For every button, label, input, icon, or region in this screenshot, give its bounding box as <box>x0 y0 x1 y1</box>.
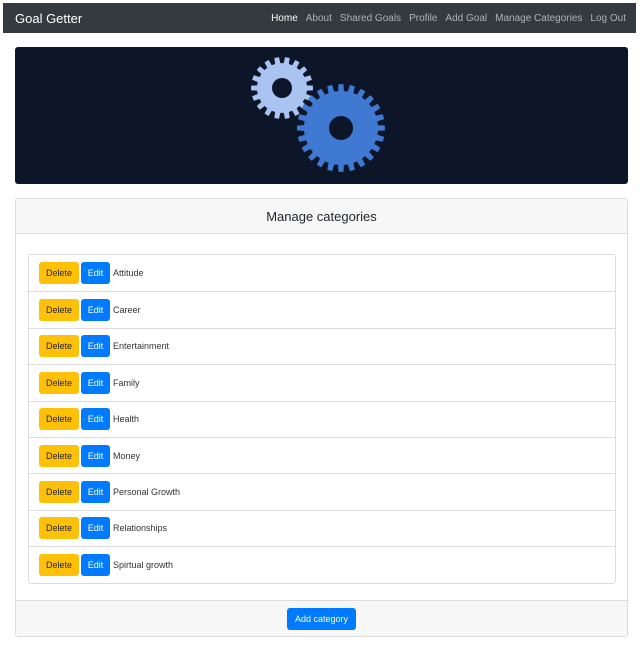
edit-button[interactable]: Edit <box>81 553 110 576</box>
category-row: Delete Edit Health <box>29 400 615 437</box>
navbar: Goal Getter Home About Shared Goals Prof… <box>3 3 636 33</box>
edit-button[interactable]: Edit <box>81 262 110 285</box>
delete-button[interactable]: Delete <box>39 371 79 394</box>
delete-button[interactable]: Delete <box>39 262 79 285</box>
edit-button[interactable]: Edit <box>81 371 110 394</box>
category-row: Delete Edit Relationships <box>29 509 615 547</box>
category-row: Delete Edit Family <box>29 364 615 401</box>
edit-button[interactable]: Edit <box>81 335 110 358</box>
edit-button[interactable]: Edit <box>81 299 110 322</box>
edit-button[interactable]: Edit <box>81 481 110 504</box>
hero-banner <box>15 47 628 184</box>
delete-button[interactable]: Delete <box>39 553 79 576</box>
category-row: Delete Edit Money <box>29 436 615 474</box>
category-row: Delete Edit Career <box>29 291 615 328</box>
category-row: Delete Edit Spirtual growth <box>29 546 615 583</box>
category-name: Career <box>113 305 141 316</box>
category-name: Personal Growth <box>113 487 181 498</box>
delete-button[interactable]: Delete <box>39 444 79 467</box>
nav-links: Home About Shared Goals Profile Add Goal… <box>263 13 626 24</box>
delete-button[interactable]: Delete <box>39 517 79 540</box>
category-name: Entertainment <box>113 341 170 352</box>
delete-button[interactable]: Delete <box>39 481 79 504</box>
nav-link-manage-categories[interactable]: Manage Categories <box>495 13 582 24</box>
manage-categories-card: Manage categories Delete Edit Attitude Dele… <box>15 198 628 637</box>
category-list: Delete Edit Attitude Delete Edit Career Delete… <box>28 254 616 584</box>
nav-link-profile[interactable]: Profile <box>409 13 437 24</box>
category-row: Delete Edit Entertainment <box>29 327 615 365</box>
edit-button[interactable]: Edit <box>81 408 110 431</box>
gears-icon <box>251 57 385 172</box>
edit-button[interactable]: Edit <box>81 517 110 540</box>
delete-button[interactable]: Delete <box>39 408 79 431</box>
delete-button[interactable]: Delete <box>39 299 79 322</box>
small-gear-icon-hole <box>272 78 292 98</box>
delete-button[interactable]: Delete <box>39 335 79 358</box>
nav-link-add-goal[interactable]: Add Goal <box>445 13 487 24</box>
edit-button[interactable]: Edit <box>81 444 110 467</box>
card-footer: Add category <box>16 600 627 636</box>
nav-link-log-out[interactable]: Log Out <box>590 13 626 24</box>
category-name: Relationships <box>113 523 168 534</box>
category-name: Family <box>113 377 140 388</box>
add-category-button[interactable]: Add category <box>286 607 357 630</box>
brand[interactable]: Goal Getter <box>15 11 82 26</box>
nav-link-shared-goals[interactable]: Shared Goals <box>340 13 401 24</box>
category-row: Delete Edit Attitude <box>29 255 615 292</box>
category-name: Spirtual growth <box>113 559 174 570</box>
large-gear-icon-hole <box>329 116 353 140</box>
category-row: Delete Edit Personal Growth <box>29 473 615 510</box>
nav-link-about[interactable]: About <box>306 13 332 24</box>
category-name: Health <box>113 414 140 425</box>
card-title: Manage categories <box>16 199 627 234</box>
nav-link-home[interactable]: Home <box>271 13 298 24</box>
category-name: Attitude <box>113 268 144 279</box>
category-name: Money <box>113 450 141 461</box>
